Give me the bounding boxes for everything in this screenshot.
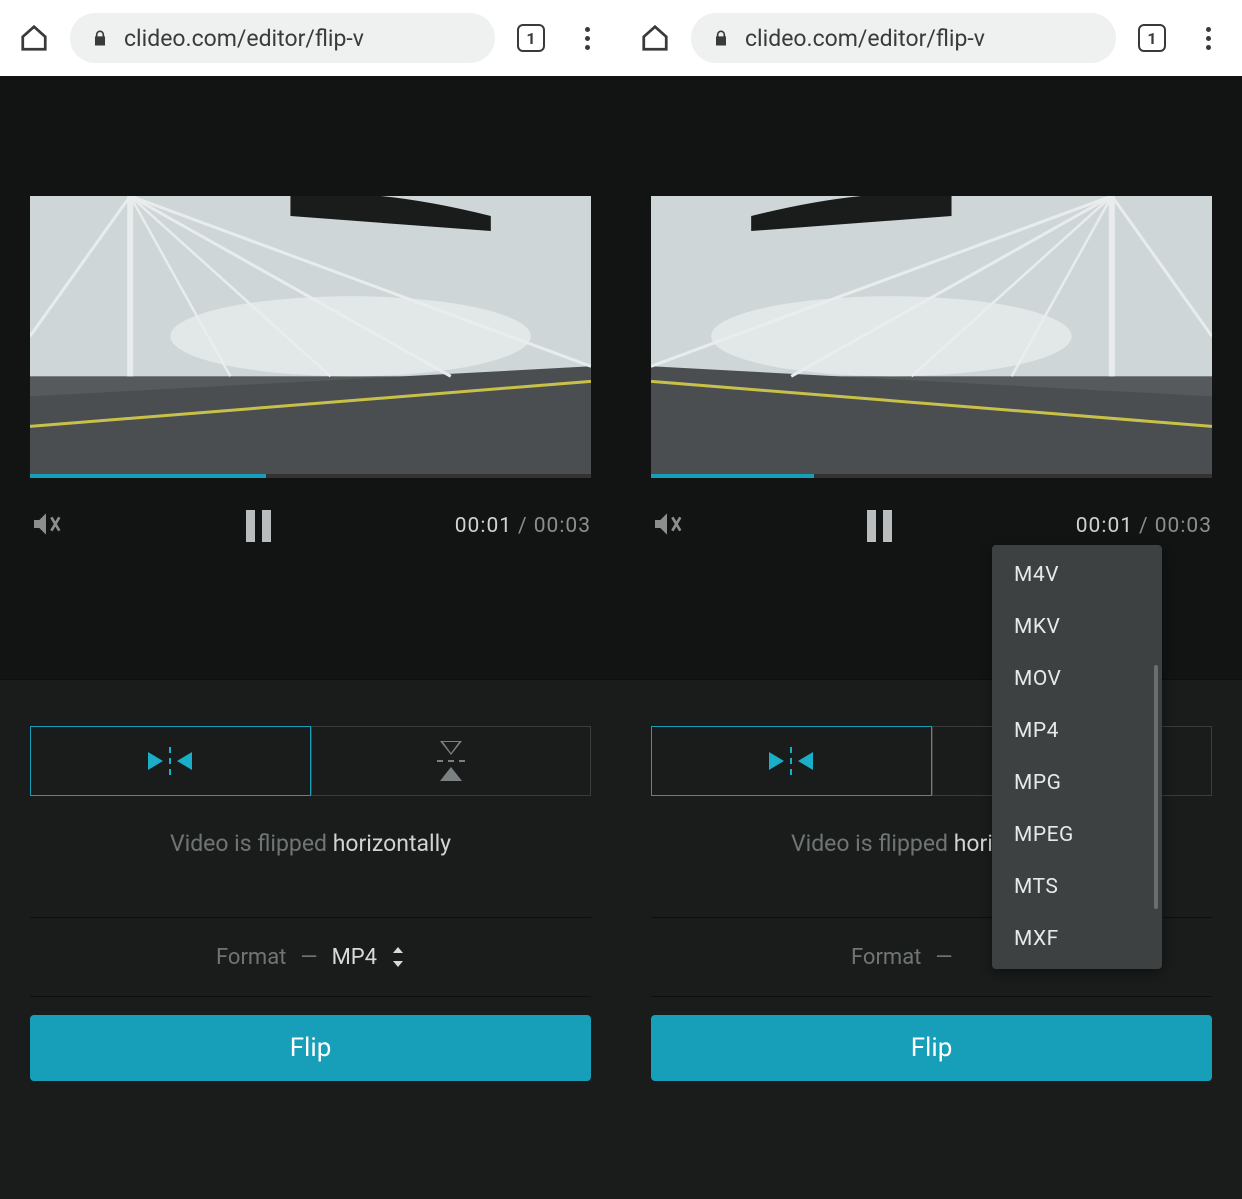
home-icon[interactable]	[14, 18, 54, 58]
format-option[interactable]: MPG	[992, 757, 1162, 809]
format-value: MP4	[332, 945, 377, 970]
app-area: 00:01/00:03 V	[0, 76, 621, 1199]
url-text: clideo.com/editor/flip-v	[745, 25, 985, 52]
flip-submit-button[interactable]: Flip	[30, 1015, 591, 1081]
flip-vertical-icon	[437, 741, 465, 781]
tab-count-badge[interactable]: 1	[511, 18, 551, 58]
lock-icon	[711, 28, 731, 48]
url-bar[interactable]: clideo.com/editor/flip-v	[70, 13, 495, 63]
format-label: Format	[216, 945, 286, 970]
mute-icon[interactable]	[30, 508, 66, 544]
app-area: 00:01/00:03 V	[621, 76, 1242, 1199]
format-option[interactable]: MPEG	[992, 809, 1162, 861]
flip-horizontal-icon	[769, 747, 813, 775]
more-menu-icon[interactable]	[1188, 18, 1228, 58]
screenshot-right: clideo.com/editor/flip-v 1	[621, 0, 1242, 1199]
format-label: Format	[851, 945, 921, 970]
mute-icon[interactable]	[651, 508, 687, 544]
tab-count-badge[interactable]: 1	[1132, 18, 1172, 58]
home-icon[interactable]	[635, 18, 675, 58]
video-frame-image	[651, 196, 1212, 474]
dropdown-scrollbar[interactable]	[1154, 665, 1158, 909]
flip-submit-button[interactable]: Flip	[651, 1015, 1212, 1081]
format-selector[interactable]: Format — MP4	[30, 917, 591, 997]
time-display: 00:01/00:03	[1076, 514, 1212, 538]
format-dropdown[interactable]: M4VMKVMOVMP4MPGMPEGMTSMXF	[992, 545, 1162, 969]
flip-option-row	[30, 726, 591, 796]
time-display: 00:01/00:03	[455, 514, 591, 538]
video-frame-image	[30, 196, 591, 474]
browser-chrome: clideo.com/editor/flip-v 1	[621, 0, 1242, 76]
player-controls: 00:01/00:03	[621, 478, 1242, 544]
progress-bar[interactable]	[651, 474, 1212, 478]
format-option[interactable]: MOV	[992, 653, 1162, 705]
progress-bar[interactable]	[30, 474, 591, 478]
sort-arrows-icon	[391, 947, 405, 967]
format-option[interactable]: M4V	[992, 549, 1162, 601]
url-text: clideo.com/editor/flip-v	[124, 25, 364, 52]
video-preview-area	[621, 76, 1242, 478]
video-preview[interactable]	[30, 196, 591, 474]
format-option[interactable]: MXF	[992, 913, 1162, 965]
lock-icon	[90, 28, 110, 48]
format-option[interactable]: MTS	[992, 861, 1162, 913]
pause-button[interactable]	[246, 510, 274, 542]
pause-button[interactable]	[867, 510, 895, 542]
url-bar[interactable]: clideo.com/editor/flip-v	[691, 13, 1116, 63]
flip-horizontal-icon	[148, 747, 192, 775]
flip-status-text: Video is flipped horizontally	[30, 830, 591, 857]
video-preview-area	[0, 76, 621, 478]
player-controls: 00:01/00:03	[0, 478, 621, 544]
format-option[interactable]: MKV	[992, 601, 1162, 653]
more-menu-icon[interactable]	[567, 18, 607, 58]
side-by-side-container: clideo.com/editor/flip-v 1	[0, 0, 1242, 1199]
video-preview[interactable]	[651, 196, 1212, 474]
flip-vertical-button[interactable]	[311, 726, 592, 796]
flip-horizontal-button[interactable]	[30, 726, 311, 796]
format-option[interactable]: MP4	[992, 705, 1162, 757]
flip-horizontal-button[interactable]	[651, 726, 932, 796]
screenshot-left: clideo.com/editor/flip-v 1	[0, 0, 621, 1199]
browser-chrome: clideo.com/editor/flip-v 1	[0, 0, 621, 76]
bottom-panel: Video is flipped horizontally Format — M…	[0, 679, 621, 1199]
